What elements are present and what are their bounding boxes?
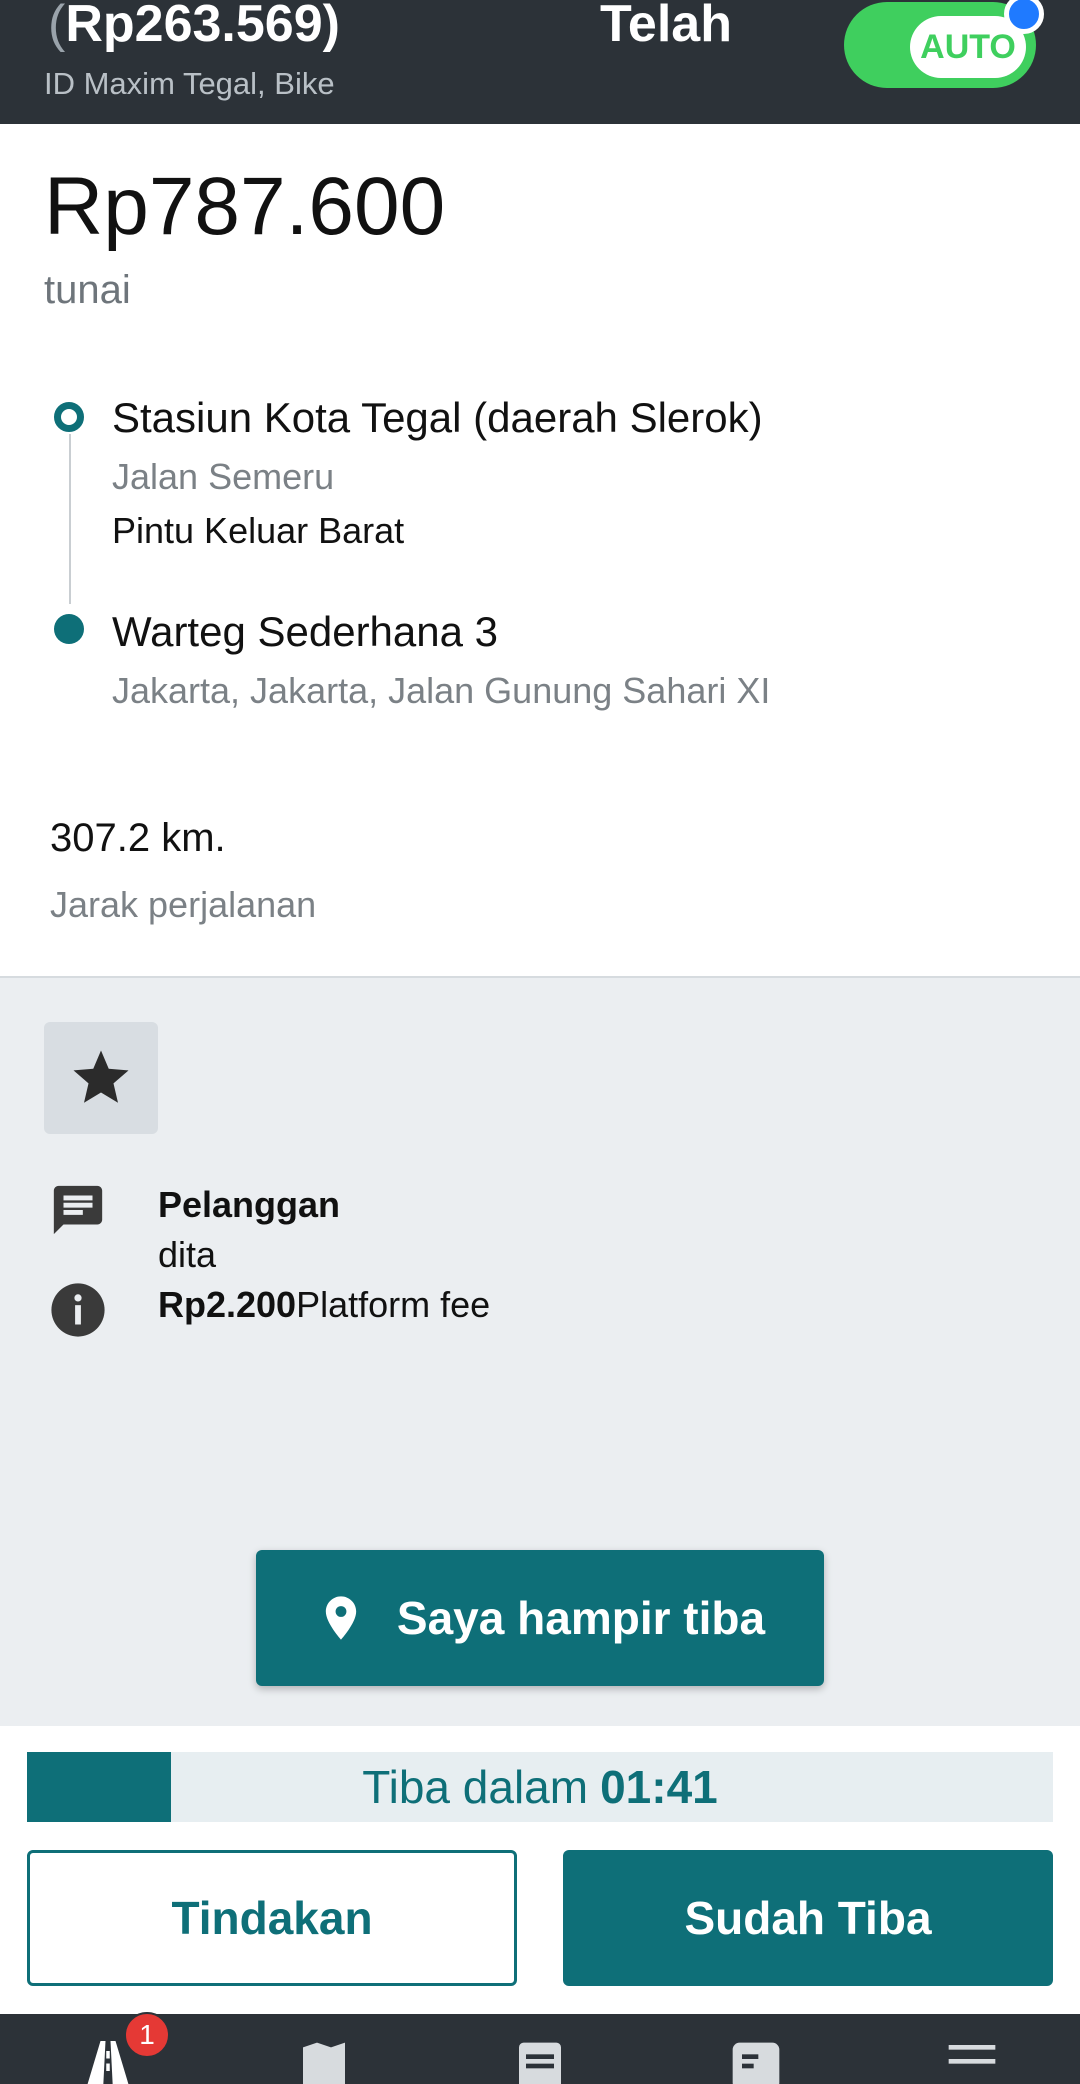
auto-indicator-dot: [1004, 0, 1044, 34]
route-connector: [69, 434, 71, 604]
trip-distance-label: Jarak perjalanan: [50, 884, 317, 925]
favorite-button[interactable]: [44, 1022, 158, 1134]
location-pin-icon: [325, 1596, 357, 1640]
message-icon: [48, 1180, 108, 1240]
destination-marker-icon: [54, 614, 84, 644]
nav-menu[interactable]: [942, 2036, 1002, 2084]
map-icon: [303, 2042, 345, 2084]
chat-icon: [732, 2042, 780, 2084]
sudah-tiba-button[interactable]: Sudah Tiba: [563, 1850, 1053, 1986]
arrival-timer-prefix: Tiba dalam: [362, 1761, 589, 1813]
balance-paren: (: [48, 0, 66, 53]
customer-label: Pelanggan: [158, 1184, 341, 1225]
balance-display: (Rp263.569): [48, 0, 340, 54]
driver-info: ID Maxim Tegal, Bike: [44, 66, 335, 101]
order-status: Telah: [600, 0, 732, 53]
trip-distance: 307.2 km.: [50, 816, 226, 860]
tindakan-button[interactable]: Tindakan: [27, 1850, 517, 1986]
nav-orders[interactable]: [510, 2036, 570, 2084]
star-icon: [73, 1050, 129, 1103]
arrival-timer-bar: Tiba dalam 01:41: [27, 1752, 1053, 1822]
almost-arrived-button[interactable]: Saya hampir tiba: [256, 1550, 824, 1686]
arrival-timer-value: 01:41: [600, 1761, 718, 1813]
platform-fee-amount: Rp2.200: [158, 1284, 297, 1325]
info-icon: [48, 1280, 108, 1340]
notification-badge: 1: [124, 2012, 170, 2058]
nav-map[interactable]: [294, 2036, 354, 2084]
pickup-title: Stasiun Kota Tegal (daerah Slerok): [112, 394, 763, 441]
pickup-street: Jalan Semeru: [112, 456, 335, 497]
top-header: (Rp263.569) ID Maxim Tegal, Bike Telah A…: [0, 0, 1080, 124]
platform-fee: Rp2.200Platform fee: [158, 1284, 490, 1326]
payment-method: tunai: [44, 268, 131, 312]
destination-address: Jakarta, Jakarta, Jalan Gunung Sahari XI: [112, 670, 771, 711]
menu-icon: [948, 2045, 996, 2064]
customer-name: dita: [158, 1234, 217, 1275]
pickup-marker-icon: [54, 402, 84, 432]
orders-icon: [519, 2042, 561, 2084]
balance-value: Rp263.569): [65, 0, 340, 53]
order-price: Rp787.600: [44, 161, 446, 252]
almost-arrived-label: Saya hampir tiba: [396, 1592, 766, 1644]
platform-fee-label: Platform fee: [296, 1284, 491, 1325]
destination-title: Warteg Sederhana 3: [112, 608, 499, 655]
arrival-timer-text: Tiba dalam 01:41: [27, 1752, 1053, 1822]
tindakan-label: Tindakan: [171, 1892, 373, 1944]
pickup-note: Pintu Keluar Barat: [112, 510, 405, 551]
sudah-tiba-label: Sudah Tiba: [684, 1892, 932, 1944]
nav-chat[interactable]: [726, 2036, 786, 2084]
